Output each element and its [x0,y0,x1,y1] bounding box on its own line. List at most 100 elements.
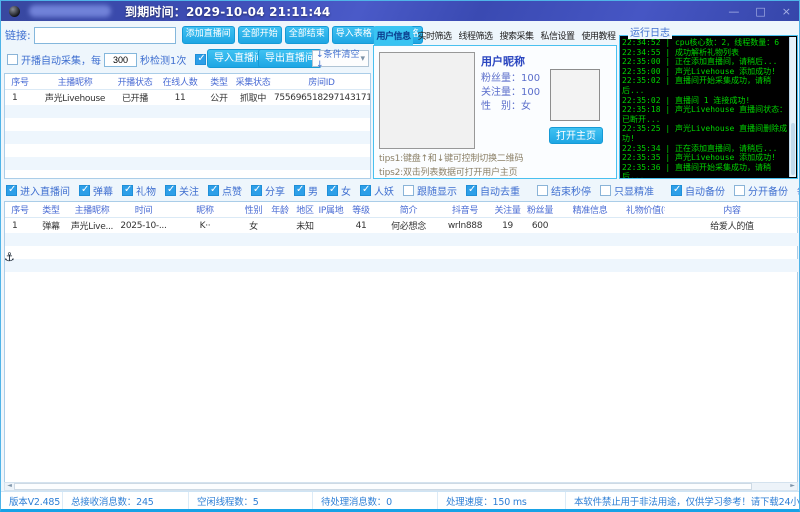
col-gift-value[interactable]: 礼物价值(钻) [625,202,665,218]
table-row-empty [5,131,370,144]
col-streamer[interactable]: 主播昵称 [35,74,115,90]
checkbox-danmu[interactable] [79,185,90,196]
col-seq[interactable]: 序号 [5,202,35,218]
rooms-table-header[interactable]: 序号 主播昵称 开播状态 在线人数 类型 采集状态 房间ID [5,74,370,90]
col-age[interactable]: 年龄 [267,202,293,218]
col-fans-count[interactable]: 粉丝量 [525,202,555,218]
process-speed-label: 处理速度：150 ms [438,492,566,510]
table-row-empty [5,246,799,259]
log-console[interactable]: 22:34:52 | cpu核心数：2，线程数量：6 22:34:55 | 成功… [619,35,798,179]
checkbox-auto-backup[interactable] [671,185,682,196]
fans-count-label: 粉丝量：100 [481,69,540,84]
col-precise-info[interactable]: 精准信息 [555,202,625,218]
col-live-status[interactable]: 开播状态 [115,74,155,90]
table-row-empty [5,272,799,285]
checkbox-male[interactable] [294,185,305,196]
stop-all-button[interactable]: 全部结束 [285,26,329,44]
checkbox-share[interactable] [251,185,262,196]
log-scrollbar-thumb[interactable] [791,123,795,175]
log-scrollbar[interactable] [789,37,796,177]
col-msg-type[interactable]: 类型 [35,202,67,218]
col-type[interactable]: 类型 [205,74,233,90]
table-row-empty [5,118,370,131]
checkbox-precise-only[interactable] [600,185,611,196]
scroll-left-icon[interactable]: ◄ [5,482,14,490]
col-online-count[interactable]: 在线人数 [155,74,205,90]
clear-conditions-label: ↓条件清空↓ [316,47,360,70]
log-line: 22:34:55 | 成功解析礼物列表 [622,48,789,58]
checkbox-like[interactable] [208,185,219,196]
floating-anchor-icon: ⚓ [4,250,15,264]
avatar-box [550,69,600,121]
interval-input[interactable] [104,53,137,67]
tips1-label: tips1:键盘↑和↓键可控制切换二维码 [379,151,523,164]
checkbox-dedupe[interactable] [466,185,477,196]
maximize-button[interactable]: □ [755,6,765,17]
start-all-button[interactable]: 全部开始 [238,26,282,44]
log-line: 22:35:34 | 正在添加直播间，请稍后... [622,144,789,154]
checkbox-split-backup[interactable] [734,185,745,196]
filter-label: 自动备份 [685,183,725,198]
checkbox-follow-display[interactable] [403,185,414,196]
qr-code-box [379,52,475,149]
filter-label: 人妖 [374,183,394,198]
expiry-time-label: 到期时间：2029-10-04 21:11:44 [125,3,330,20]
checkbox-follow[interactable] [165,185,176,196]
checkbox-stop-on-end[interactable] [537,185,548,196]
col-level[interactable]: 等级 [345,202,377,218]
link-input[interactable] [34,27,176,44]
tab-realtime-filter[interactable]: 实时筛选 [415,26,454,45]
checkbox-ladyboy[interactable] [360,185,371,196]
table-row[interactable]: 1 声光Livehouse 已开播 11 公开 抓取中 755696518297… [5,90,370,106]
app-window: 到期时间：2029-10-04 21:11:44 — □ × 链接: 添加直播间… [0,0,800,512]
minimize-button[interactable]: — [728,6,739,17]
col-bio[interactable]: 简介 [377,202,440,218]
col-collect-status[interactable]: 采集状态 [233,74,273,90]
censored-app-name [29,5,111,17]
disclaimer-label: 本软件禁止用于非法用途，仅供学习参考！请下载24小时内删除！ [566,492,799,510]
checkbox-auto-collect[interactable] [7,54,18,65]
tab-user-info[interactable]: 用户信息 [374,26,413,45]
col-room-id[interactable]: 房间ID [273,74,370,90]
tab-tutorial[interactable]: 使用教程 [579,26,618,45]
clear-conditions-dropdown[interactable]: ↓条件清空↓ ▾ [312,50,369,67]
nickname-label: 用户昵称 [481,53,525,69]
col-streamer[interactable]: 主播昵称 [67,202,117,218]
checkbox-enter-room[interactable] [6,185,17,196]
tab-dm-settings[interactable]: 私信设置 [538,26,577,45]
table-row[interactable]: 1 弹幕 声光Live... 2025-10-... K·· 女 未知 41 何… [5,218,799,234]
horizontal-scrollbar-thumb[interactable] [14,483,752,490]
status-bar: 版本V2.485 总接收消息数：245 空闲线程数：5 待处理消息数：0 处理速… [1,491,799,510]
filter-label: 分开备份 [748,183,788,198]
col-region[interactable]: 地区 [293,202,317,218]
col-nickname[interactable]: 昵称 [170,202,240,218]
horizontal-scrollbar[interactable]: ◄ ► [4,482,798,491]
scroll-right-icon[interactable]: ► [788,482,797,490]
table-row-empty [5,105,370,118]
version-label: 版本V2.485 [1,492,63,510]
col-ip-location[interactable]: IP属地 [317,202,345,218]
col-gender[interactable]: 性别 [240,202,267,218]
tab-thread-filter[interactable]: 线程筛选 [456,26,495,45]
run-log-group: 运行日志 22:34:52 | cpu核心数：2，线程数量：6 22:34:55… [619,24,798,179]
import-table-button[interactable]: 导入表格 [332,26,376,44]
checkbox-remember-config[interactable] [195,54,206,65]
col-content[interactable]: 内容 [665,202,799,218]
col-time[interactable]: 时间 [117,202,170,218]
checkbox-gift[interactable] [122,185,133,196]
chevron-down-icon: ▾ [360,54,365,64]
col-seq[interactable]: 序号 [5,74,35,90]
tab-search-collect[interactable]: 搜索采集 [497,26,536,45]
close-button[interactable]: × [782,6,791,17]
col-follow-count[interactable]: 关注量 [490,202,525,218]
log-line: 22:35:25 | 声光Livehouse 直播间删除成功! [622,124,789,143]
messages-table-header[interactable]: 序号 类型 主播昵称 时间 昵称 性别 年龄 地区 IP属地 等级 简介 抖音号… [5,202,799,218]
filter-label: 只显精准 [614,183,654,198]
open-homepage-button[interactable]: 打开主页 [549,127,603,144]
table-row-empty [5,144,370,157]
col-douyin-id[interactable]: 抖音号 [440,202,490,218]
checkbox-female[interactable] [327,185,338,196]
collect-settings-row: 开播自动采集，每 秒检测1次 记住配置 导入直播间 导出直播间 ↓条件清空↓ ▾ [1,48,371,70]
add-room-button[interactable]: 添加直播间 [182,26,235,44]
log-line: 22:35:00 | 声光Livehouse 添加成功! [622,67,789,77]
